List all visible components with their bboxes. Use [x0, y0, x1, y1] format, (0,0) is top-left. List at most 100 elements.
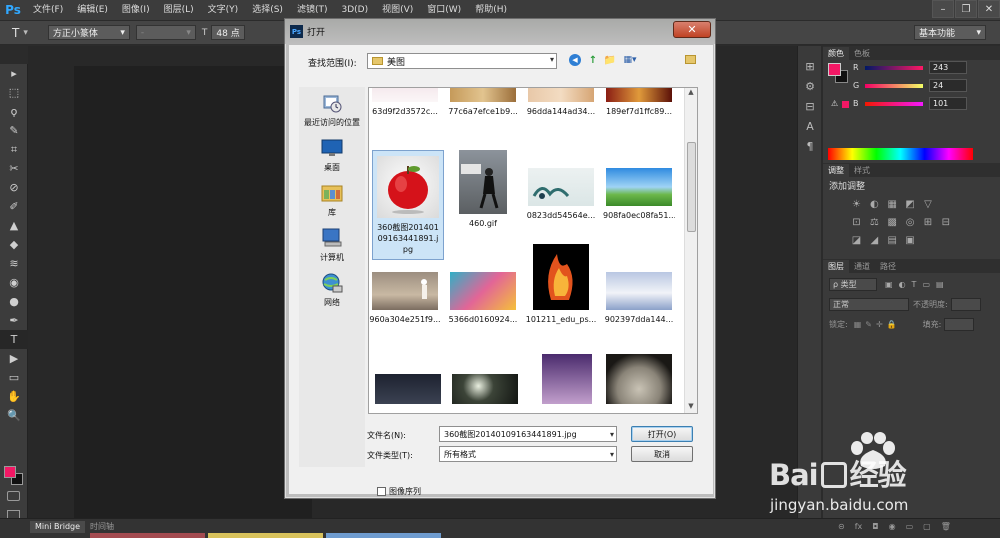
- quick-select-tool-icon[interactable]: ✎: [0, 121, 28, 140]
- pen-tool-icon[interactable]: ✒: [0, 311, 28, 330]
- workspace-select[interactable]: 基本功能 ▾: [914, 25, 986, 40]
- eyedropper-tool-icon[interactable]: ✂: [0, 159, 28, 178]
- scrollbar-thumb[interactable]: [687, 142, 696, 232]
- menu-layer[interactable]: 图层(L): [157, 0, 201, 20]
- place-recent[interactable]: 最近访问的位置: [299, 92, 365, 128]
- gradient-tool-icon[interactable]: ◉: [0, 273, 28, 292]
- lock-pixels-icon[interactable]: ▦: [854, 320, 862, 329]
- new-group-icon[interactable]: ▭: [906, 522, 914, 531]
- up-folder-icon[interactable]: ↑: [585, 53, 601, 67]
- marquee-tool-icon[interactable]: ⬚: [0, 83, 28, 102]
- file-item[interactable]: 5366d0160924...: [447, 272, 519, 325]
- tab-layers[interactable]: 图层: [823, 260, 849, 273]
- hue-saturation-icon[interactable]: ⊡: [850, 216, 863, 228]
- font-size-select[interactable]: 48 点: [211, 25, 246, 40]
- hand-tool-icon[interactable]: ✋: [0, 387, 28, 406]
- dialog-titlebar[interactable]: Ps 打开 ✕: [285, 19, 715, 44]
- zoom-tool-icon[interactable]: 🔍: [0, 406, 28, 425]
- place-network[interactable]: 网络: [299, 272, 365, 308]
- fill-field[interactable]: [944, 317, 975, 331]
- tab-channels[interactable]: 通道: [849, 260, 875, 273]
- image-sequence-checkbox[interactable]: 图像序列: [377, 486, 421, 497]
- menu-type[interactable]: 文字(Y): [201, 0, 246, 20]
- file-item[interactable]: 960a304e251f9...: [369, 272, 441, 325]
- photo-filter-icon[interactable]: ◎: [904, 216, 917, 228]
- threshold-icon[interactable]: ▤: [886, 234, 899, 246]
- layer-filter-select[interactable]: ρ 类型: [829, 277, 877, 291]
- brightness-icon[interactable]: ☀: [850, 198, 863, 210]
- dialog-close-button[interactable]: ✕: [673, 21, 711, 38]
- crop-tool-icon[interactable]: ⌗: [0, 140, 28, 159]
- file-item[interactable]: 77c6a7efce1b9...: [447, 88, 519, 117]
- taskbar-button[interactable]: [326, 533, 441, 538]
- history-panel-icon[interactable]: ⊞: [798, 56, 822, 76]
- foreground-color-chip[interactable]: [828, 63, 841, 76]
- dodge-tool-icon[interactable]: ●: [0, 292, 28, 311]
- r-slider[interactable]: [865, 66, 923, 70]
- tab-styles[interactable]: 样式: [849, 164, 875, 177]
- tab-color[interactable]: 颜色: [823, 47, 849, 60]
- b-value-field[interactable]: 101: [929, 97, 967, 110]
- g-value-field[interactable]: 24: [929, 79, 967, 92]
- scroll-up-icon[interactable]: ▲: [685, 88, 697, 99]
- font-family-select[interactable]: 方正小篆体 ▾: [47, 25, 130, 40]
- close-window-button[interactable]: ✕: [978, 0, 1000, 18]
- healing-tool-icon[interactable]: ⊘: [0, 178, 28, 197]
- file-name-input[interactable]: 360截图20140109163441891.jpg ▾: [439, 426, 617, 442]
- lock-brush-icon[interactable]: ✎: [865, 320, 872, 329]
- opacity-field[interactable]: [950, 297, 981, 311]
- file-item[interactable]: 460.gif: [447, 150, 519, 229]
- channel-mixer-icon[interactable]: ⊞: [922, 216, 935, 228]
- stamp-tool-icon[interactable]: ▲: [0, 216, 28, 235]
- file-item[interactable]: 189ef7d1ffc89...: [603, 88, 675, 117]
- menu-file[interactable]: 文件(F): [26, 0, 70, 20]
- minimize-button[interactable]: –: [932, 0, 954, 18]
- chevron-down-icon[interactable]: ▾: [610, 430, 614, 439]
- eraser-tool-icon[interactable]: ≋: [0, 254, 28, 273]
- file-item[interactable]: [531, 354, 603, 404]
- tab-swatches[interactable]: 色板: [849, 47, 875, 60]
- filter-shape-icon[interactable]: ▭: [922, 280, 930, 289]
- black-white-icon[interactable]: ▩: [886, 216, 899, 228]
- lasso-tool-icon[interactable]: ϙ: [0, 102, 28, 121]
- curves-icon[interactable]: ▦: [886, 198, 899, 210]
- rectangle-tool-icon[interactable]: ▭: [0, 368, 28, 387]
- file-item-selected[interactable]: 360截图20140109163441891.jpg: [372, 150, 444, 260]
- file-type-select[interactable]: 所有格式 ▾: [439, 446, 617, 462]
- back-icon[interactable]: ◀: [569, 54, 581, 66]
- color-balance-icon[interactable]: ⚖: [868, 216, 881, 228]
- levels-icon[interactable]: ◐: [868, 198, 881, 210]
- foreground-color-swatch[interactable]: [4, 466, 16, 478]
- invert-icon[interactable]: ◪: [850, 234, 863, 246]
- lock-all-icon[interactable]: 🔒: [887, 320, 897, 329]
- menu-window[interactable]: 窗口(W): [420, 0, 468, 20]
- menu-select[interactable]: 选择(S): [245, 0, 290, 20]
- taskbar-button[interactable]: [208, 533, 323, 538]
- actions-panel-icon[interactable]: ⊟: [798, 96, 822, 116]
- r-value-field[interactable]: 243: [929, 61, 967, 74]
- font-style-select[interactable]: - ▾: [135, 25, 196, 40]
- quick-mask-icon[interactable]: [7, 491, 20, 501]
- filter-pixel-icon[interactable]: ▣: [885, 280, 893, 289]
- open-button[interactable]: 打开(O): [631, 426, 693, 442]
- file-item[interactable]: [449, 374, 521, 404]
- filter-adjust-icon[interactable]: ◐: [899, 280, 906, 289]
- tab-mini-bridge[interactable]: Mini Bridge: [30, 521, 86, 533]
- file-item[interactable]: [603, 354, 675, 404]
- properties-panel-icon[interactable]: ⚙: [798, 76, 822, 96]
- history-brush-tool-icon[interactable]: ◆: [0, 235, 28, 254]
- brush-tool-icon[interactable]: ✐: [0, 197, 28, 216]
- file-item[interactable]: 101211_edu_ps...: [525, 244, 597, 325]
- file-item[interactable]: 908fa0ec08fa51...: [603, 168, 675, 221]
- filter-type-icon[interactable]: T: [912, 280, 917, 289]
- fx-icon[interactable]: fx: [855, 522, 863, 531]
- file-item[interactable]: 63d9f2d3572c...: [369, 88, 441, 117]
- menu-filter[interactable]: 滤镜(T): [290, 0, 335, 20]
- new-folder-icon[interactable]: 📁: [602, 53, 618, 67]
- g-slider[interactable]: [865, 84, 923, 88]
- file-item[interactable]: [372, 374, 444, 404]
- new-layer-icon[interactable]: ▢: [923, 522, 931, 531]
- cancel-button[interactable]: 取消: [631, 446, 693, 462]
- trash-icon[interactable]: 🗑: [941, 522, 951, 531]
- tab-timeline[interactable]: 时间轴: [85, 521, 119, 533]
